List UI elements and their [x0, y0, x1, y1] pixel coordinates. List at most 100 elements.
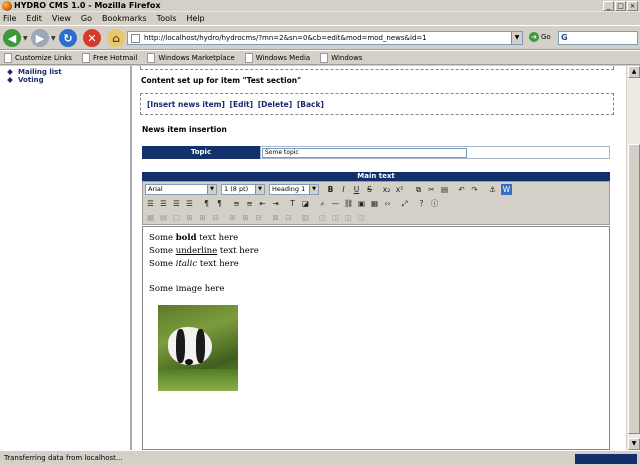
word-paste-icon[interactable]: W: [501, 184, 512, 195]
fullscreen-icon[interactable]: ⤢: [399, 198, 410, 209]
layer-icon[interactable]: ◫: [317, 212, 328, 223]
link-icon[interactable]: ⛓: [343, 198, 354, 209]
scroll-thumb[interactable]: [628, 144, 640, 434]
cut-icon[interactable]: ✂: [426, 184, 437, 195]
heading-select[interactable]: Heading 1 ▼: [269, 184, 319, 195]
search-input[interactable]: G: [558, 31, 638, 45]
page-title: Content set up for item "Test section": [141, 76, 301, 85]
bookmark-customize-links[interactable]: Customize Links: [4, 52, 72, 63]
badger-image[interactable]: [158, 305, 238, 391]
subscript-icon[interactable]: x₂: [381, 184, 392, 195]
size-select[interactable]: 1 (8 pt) ▼: [221, 184, 265, 195]
text-color-icon[interactable]: T: [287, 198, 298, 209]
background-color-icon[interactable]: ◪: [300, 198, 311, 209]
menu-go[interactable]: Go: [81, 14, 92, 23]
address-bar[interactable]: http://localhost/hydro/hydrocms/?mn=2&sn…: [127, 31, 523, 45]
undo-icon[interactable]: ↶: [456, 184, 467, 195]
layer-absolute-icon[interactable]: ◫: [343, 212, 354, 223]
cell-props-icon[interactable]: ▢: [171, 212, 182, 223]
merge-cells-icon[interactable]: ⊡: [283, 212, 294, 223]
go-arrow-icon: ➜: [529, 32, 539, 42]
scroll-up-icon[interactable]: ▲: [628, 66, 640, 78]
strikethrough-icon[interactable]: S: [364, 184, 375, 195]
menu-tools[interactable]: Tools: [157, 14, 177, 23]
visual-aid-icon[interactable]: ▥: [300, 212, 311, 223]
align-center-icon[interactable]: ☰: [158, 198, 169, 209]
redo-icon[interactable]: ↷: [469, 184, 480, 195]
insert-row-before-icon[interactable]: ⊞: [184, 212, 195, 223]
menu-file[interactable]: File: [3, 14, 16, 23]
layer-move-icon[interactable]: ◫: [330, 212, 341, 223]
bookmark-windows[interactable]: Windows: [320, 52, 362, 63]
menu-edit[interactable]: Edit: [26, 14, 42, 23]
rich-text-editor[interactable]: Some bold text here Some underline text …: [142, 226, 610, 450]
help-icon[interactable]: ?: [416, 198, 427, 209]
forward-dropdown-icon[interactable]: ▼: [51, 35, 56, 42]
stop-icon[interactable]: ✕: [83, 29, 101, 47]
scroll-down-icon[interactable]: ▼: [628, 438, 640, 450]
sidebar-item-voting[interactable]: Voting: [7, 76, 44, 84]
italic-icon[interactable]: I: [338, 184, 349, 195]
insert-row-after-icon[interactable]: ⊞: [197, 212, 208, 223]
address-dropdown-icon[interactable]: ▼: [511, 32, 522, 44]
back-dropdown-icon[interactable]: ▼: [23, 35, 28, 42]
unordered-list-icon[interactable]: ≡: [244, 198, 255, 209]
topic-input[interactable]: Some topic: [262, 148, 467, 158]
insert-news-item-link[interactable]: [Insert news item]: [147, 100, 225, 109]
menu-bookmarks[interactable]: Bookmarks: [102, 14, 147, 23]
insert-col-after-icon[interactable]: ⊞: [240, 212, 251, 223]
delete-link[interactable]: [Delete]: [258, 100, 293, 109]
layer-style-icon[interactable]: ◫: [356, 212, 367, 223]
image-icon[interactable]: ▣: [356, 198, 367, 209]
align-left-icon[interactable]: ☰: [145, 198, 156, 209]
insert-col-before-icon[interactable]: ⊞: [227, 212, 238, 223]
minimize-button[interactable]: _: [603, 1, 614, 11]
sidebar-item-mailing-list[interactable]: Mailing list: [7, 68, 62, 76]
html-source-icon[interactable]: ‹›: [382, 198, 393, 209]
reload-icon[interactable]: ↻: [59, 29, 77, 47]
bookmark-windows-media[interactable]: Windows Media: [244, 52, 310, 63]
ltr-icon[interactable]: ¶: [201, 198, 212, 209]
superscript-icon[interactable]: x²: [394, 184, 405, 195]
indent-icon[interactable]: ⇥: [270, 198, 281, 209]
paste-icon[interactable]: ▤: [439, 184, 450, 195]
go-button[interactable]: ➜ Go: [529, 32, 551, 42]
vertical-scrollbar[interactable]: ▲ ▼: [626, 66, 640, 450]
badger-stripe: [196, 329, 205, 363]
info-icon[interactable]: ⓘ: [429, 198, 440, 209]
close-button[interactable]: ×: [627, 1, 638, 11]
bookmark-page-icon: [320, 52, 329, 63]
bold-icon[interactable]: B: [325, 184, 336, 195]
horizontal-rule-icon[interactable]: —: [330, 198, 341, 209]
find-icon[interactable]: ⌕: [317, 198, 328, 209]
anchor-icon[interactable]: ⚓: [487, 184, 498, 195]
table-icon[interactable]: ▦: [369, 198, 380, 209]
font-select[interactable]: Arial ▼: [145, 184, 217, 195]
outdent-icon[interactable]: ⇤: [257, 198, 268, 209]
delete-row-icon[interactable]: ⊟: [210, 212, 221, 223]
editor-line: Some underline text here: [149, 246, 259, 256]
page-icon: [131, 34, 140, 43]
row-props-icon[interactable]: ▤: [158, 212, 169, 223]
copy-icon[interactable]: ⧉: [413, 184, 424, 195]
status-text: Transferring data from localhost...: [4, 454, 123, 462]
home-icon[interactable]: ⌂: [107, 29, 125, 47]
ordered-list-icon[interactable]: ≡: [231, 198, 242, 209]
split-cells-icon[interactable]: ⊠: [270, 212, 281, 223]
delete-col-icon[interactable]: ⊟: [253, 212, 264, 223]
forward-arrow-icon[interactable]: ▶: [31, 29, 49, 47]
back-link[interactable]: [Back]: [297, 100, 324, 109]
maximize-button[interactable]: □: [615, 1, 626, 11]
table-props-icon[interactable]: ▦: [145, 212, 156, 223]
align-right-icon[interactable]: ☰: [171, 198, 182, 209]
edit-link[interactable]: [Edit]: [230, 100, 254, 109]
justify-icon[interactable]: ☰: [184, 198, 195, 209]
bookmark-windows-marketplace[interactable]: Windows Marketplace: [147, 52, 235, 63]
rtl-icon[interactable]: ¶: [214, 198, 225, 209]
underline-icon[interactable]: U: [351, 184, 362, 195]
menu-help[interactable]: Help: [186, 14, 204, 23]
menu-view[interactable]: View: [52, 14, 71, 23]
window-title: HYDRO CMS 1.0 - Mozilla Firefox: [14, 1, 161, 10]
back-arrow-icon[interactable]: ◀: [3, 29, 21, 47]
bookmark-free-hotmail[interactable]: Free Hotmail: [81, 52, 137, 63]
